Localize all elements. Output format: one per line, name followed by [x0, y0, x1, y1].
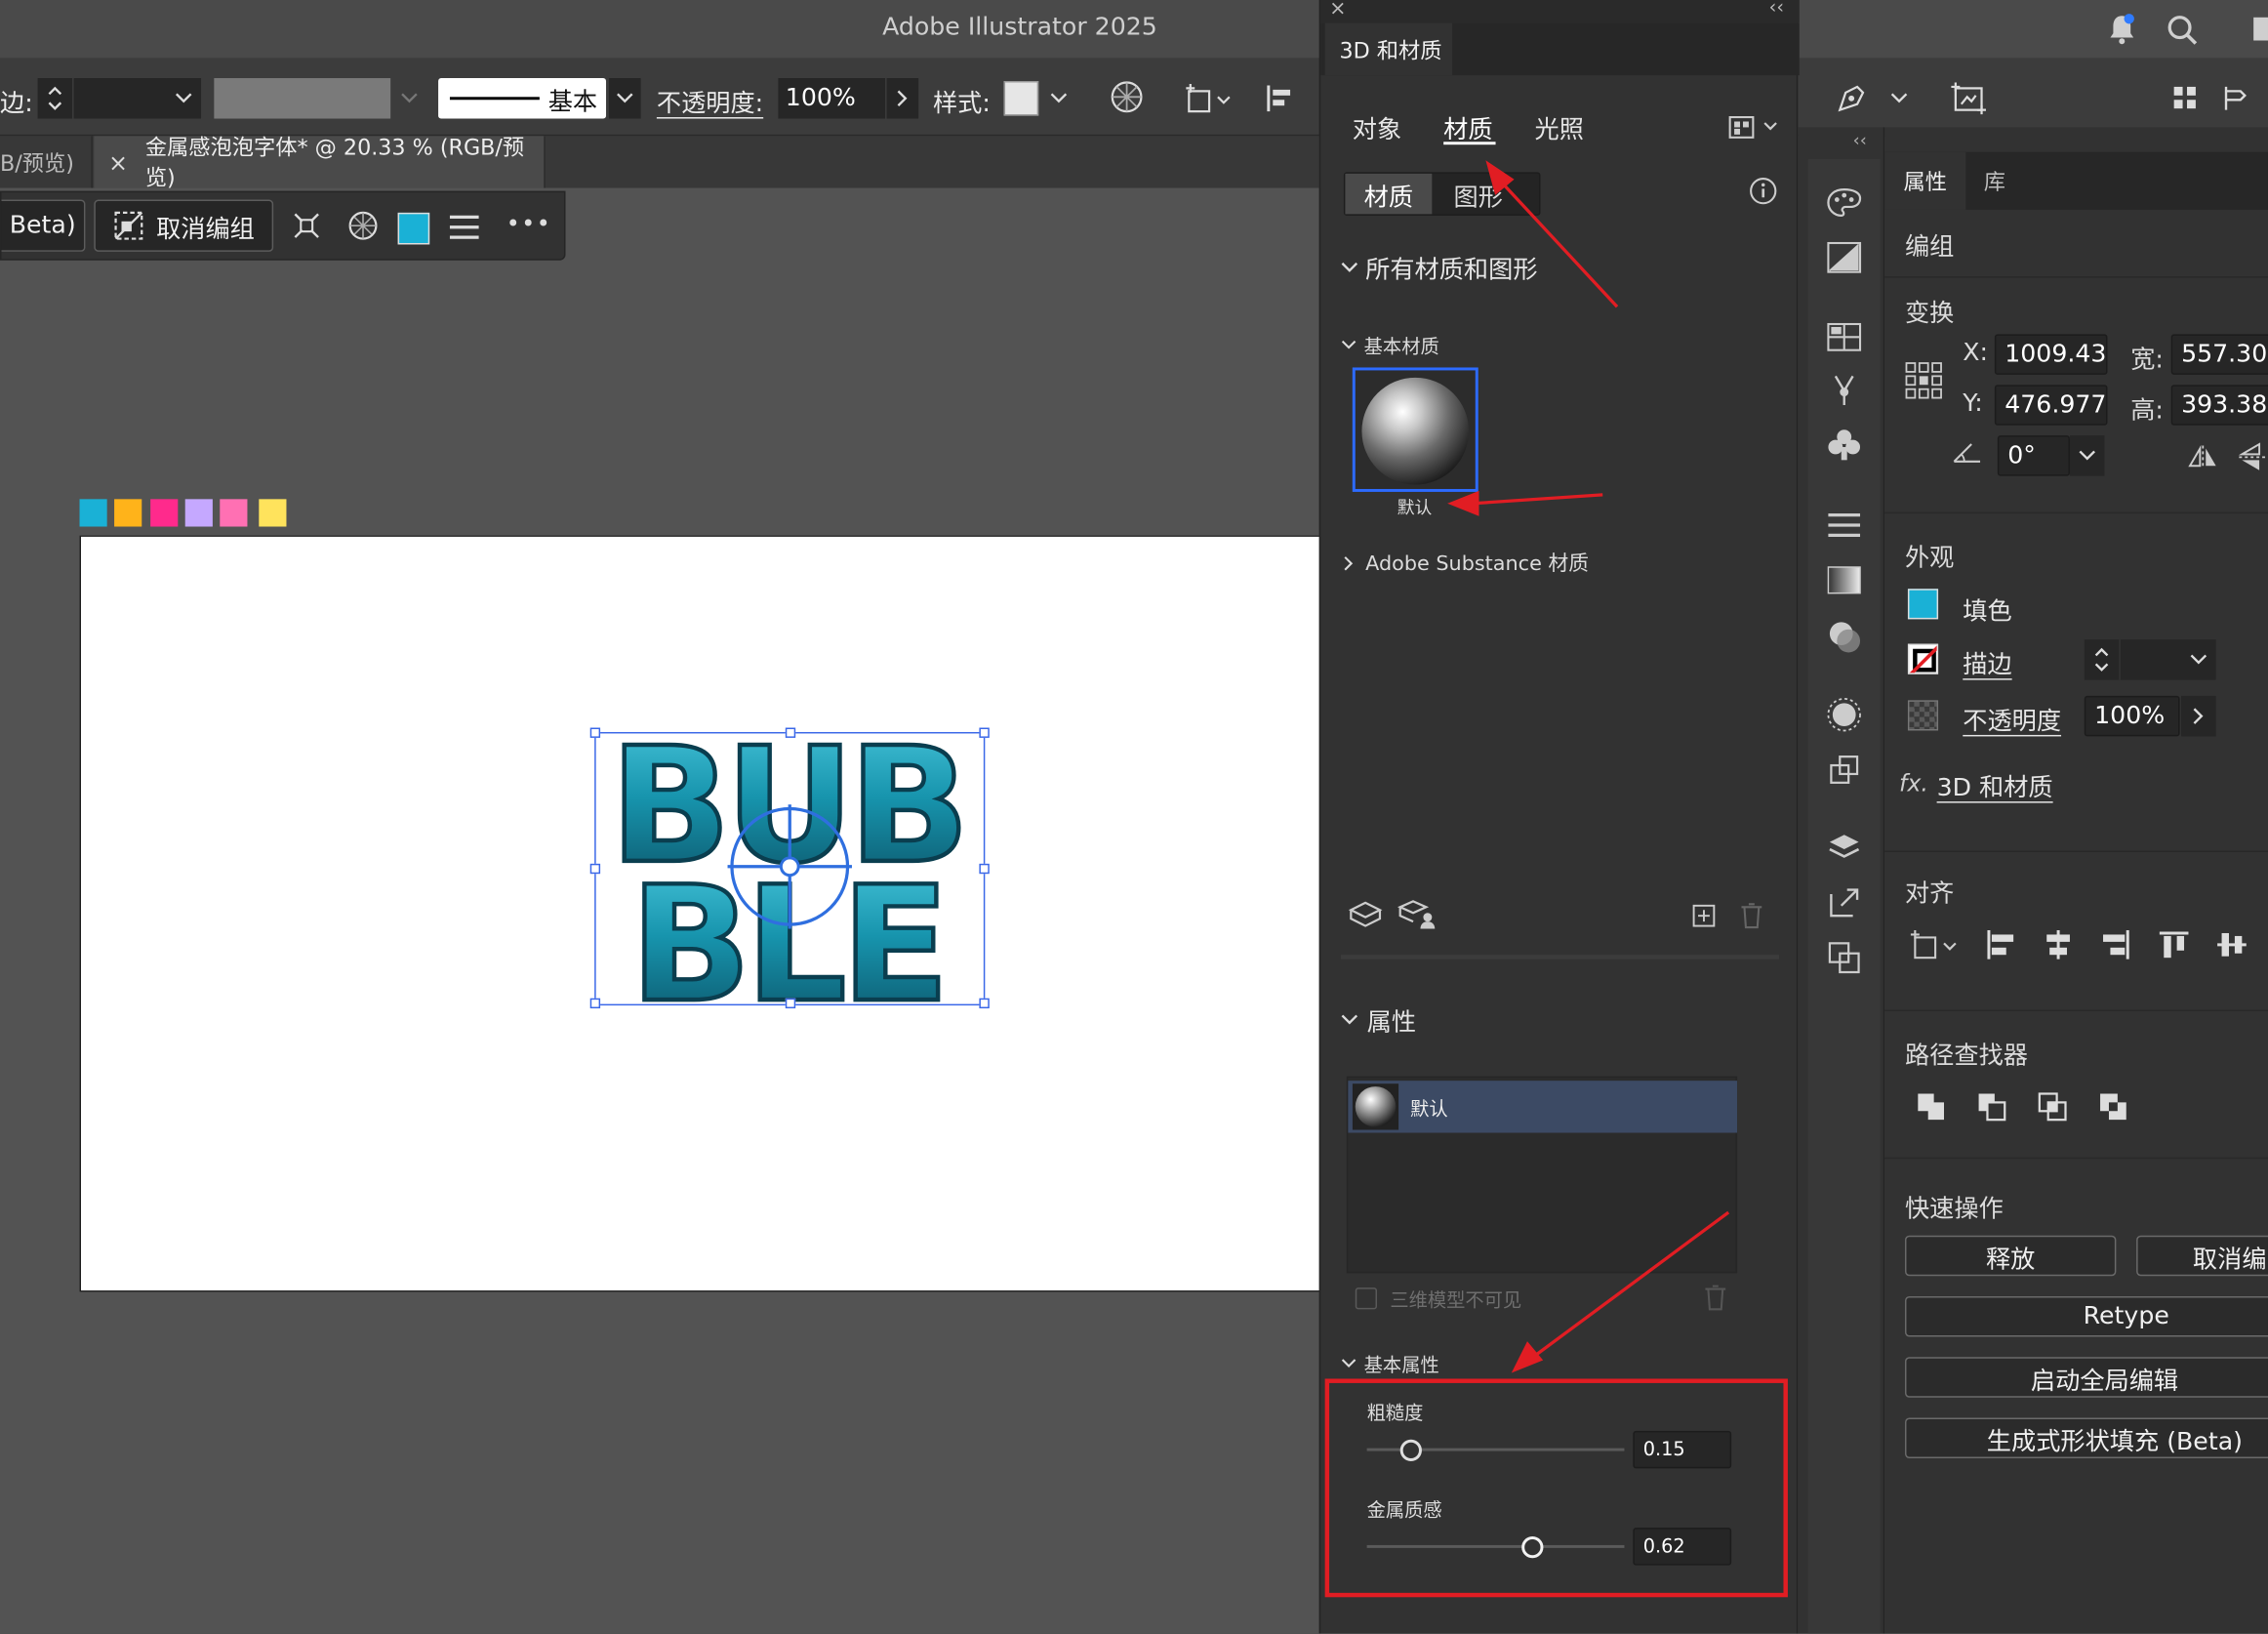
layers-icon[interactable] [1822, 828, 1865, 868]
brushes-icon[interactable] [1822, 367, 1865, 410]
graphic-styles-icon[interactable] [1822, 750, 1865, 790]
height-field[interactable]: 393.387 [2170, 385, 2268, 426]
release-button[interactable]: 释放 [1904, 1235, 2117, 1277]
reference-point-icon[interactable] [1902, 359, 1945, 402]
chevron-right-icon[interactable] [2181, 695, 2216, 737]
align-center-icon[interactable] [2038, 926, 2079, 964]
angle-icon [1948, 437, 1986, 470]
chevron-down-icon[interactable] [2069, 435, 2105, 476]
divider [1884, 276, 2268, 278]
symbols-icon[interactable] [1822, 424, 1865, 464]
collapse-icon[interactable]: ‹‹ [1853, 130, 1867, 150]
panel-dock: ‹‹ [1798, 127, 1885, 1634]
gradient-icon[interactable] [1822, 561, 1865, 599]
x-label: X: [1963, 338, 1989, 368]
stroke-label[interactable]: 描边 [1963, 644, 2011, 680]
divider [1884, 1157, 2268, 1160]
align-title: 对齐 [1904, 879, 1955, 909]
intersect-icon[interactable] [2032, 1088, 2072, 1126]
transform-title: 变换 [1904, 299, 1955, 329]
quick-actions-title: 快速操作 [1904, 1195, 2004, 1224]
color-guide-icon[interactable] [1822, 183, 1865, 223]
minus-front-icon[interactable] [1971, 1088, 2012, 1126]
stroke-panel-icon[interactable] [1822, 507, 1865, 545]
opacity-field[interactable]: 100% [2084, 695, 2180, 737]
exclude-icon[interactable] [2093, 1088, 2134, 1126]
fill-swatch[interactable] [1907, 589, 1939, 620]
tab-properties[interactable]: 属性 [1884, 151, 1966, 210]
divider [1884, 1009, 2268, 1012]
align-middle-icon[interactable] [2211, 926, 2252, 964]
fx-icon[interactable]: fx. [1899, 769, 1928, 797]
stroke-stepper[interactable] [2084, 639, 2120, 680]
divider [1884, 850, 2268, 852]
ungroup-button[interactable]: 取消编 [2136, 1235, 2268, 1277]
width-label: 宽: [2130, 346, 2164, 375]
stroke-weight-field[interactable] [2120, 639, 2182, 680]
transparency-icon[interactable] [1822, 616, 1865, 656]
y-label: Y: [1963, 388, 1983, 419]
effect-3d-link[interactable]: 3D 和材质 [1937, 767, 2053, 803]
artboards-icon[interactable] [1822, 937, 1865, 977]
retype-button[interactable]: Retype [1904, 1295, 2268, 1337]
chevron-down-icon[interactable] [2181, 639, 2216, 680]
export-icon[interactable] [1822, 882, 1865, 922]
global-edit-button[interactable]: 启动全局编辑 [1904, 1357, 2268, 1398]
generative-shape-fill-button[interactable]: 生成式形状填充 (Beta) [1904, 1417, 2268, 1458]
align-top-icon[interactable] [2154, 926, 2194, 964]
appearance-icon[interactable] [1822, 694, 1865, 734]
width-field[interactable]: 557.307 [2170, 334, 2268, 375]
align-left-icon[interactable] [1980, 926, 2021, 964]
object-type: 编组 [1904, 232, 1955, 263]
swatches-icon[interactable] [1822, 318, 1865, 356]
stroke-swatch[interactable] [1907, 643, 1939, 674]
opacity-label[interactable]: 不透明度 [1963, 700, 2061, 737]
opacity-swatch-icon [1907, 700, 1939, 731]
height-label: 高: [2130, 396, 2164, 426]
properties-panel: 属性 库 编组 变换 X: 1009.43 宽: 557.307 Y: 476.… [1884, 127, 2268, 1634]
flip-horizontal-icon[interactable] [2186, 441, 2221, 473]
angle-field[interactable]: 0° [1997, 435, 2070, 476]
tab-label: 属性 [1903, 168, 1947, 195]
appearance-title: 外观 [1904, 544, 1955, 573]
unite-icon[interactable] [1911, 1088, 1951, 1126]
x-field[interactable]: 1009.43 [1994, 334, 2108, 375]
flip-vertical-icon[interactable] [2236, 441, 2268, 473]
fill-label: 填色 [1963, 597, 2012, 627]
tab-label: 库 [1983, 168, 2005, 195]
gradient-wedge-icon[interactable] [1822, 237, 1865, 277]
tab-libraries[interactable]: 库 [1965, 152, 2023, 210]
align-right-icon[interactable] [2096, 926, 2136, 964]
y-field[interactable]: 476.977 [1994, 385, 2108, 426]
pathfinder-title: 路径查找器 [1904, 1042, 2028, 1071]
align-to-icon[interactable] [1908, 926, 1963, 964]
divider [1884, 511, 2268, 514]
